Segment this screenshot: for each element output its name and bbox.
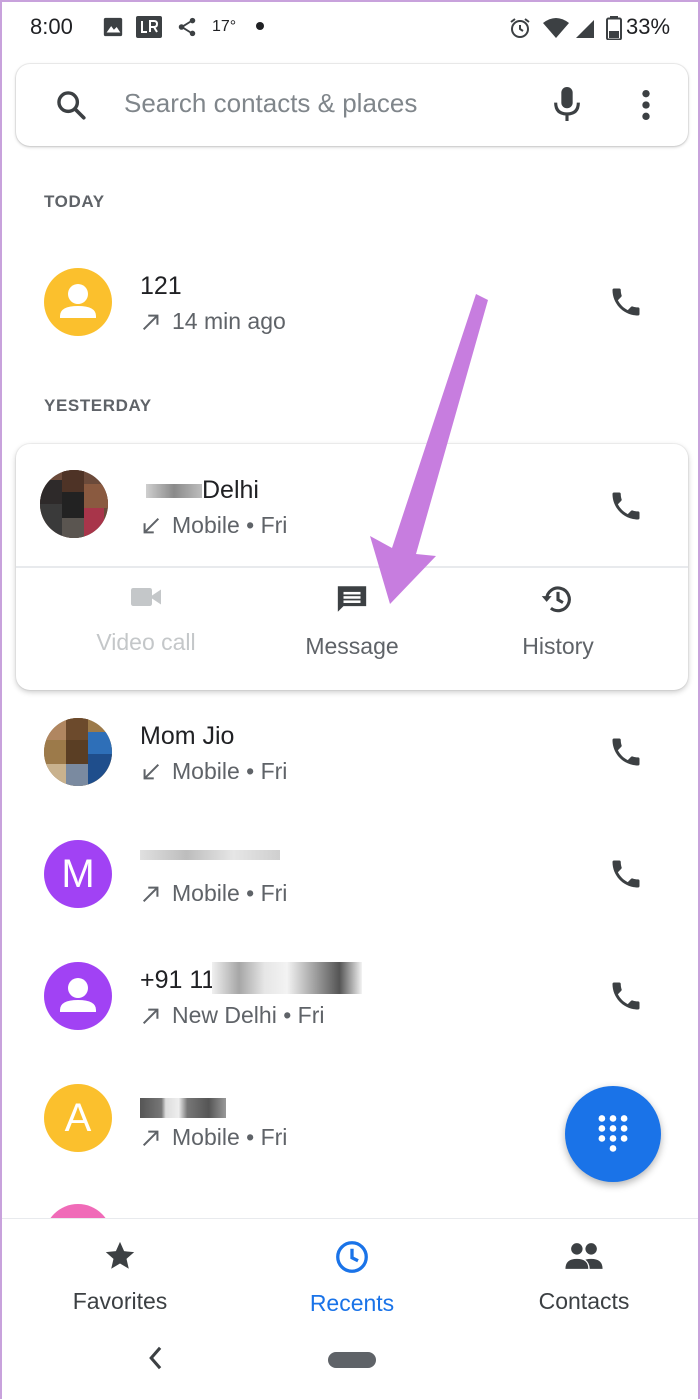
call-detail: Mobile • Fri — [140, 758, 287, 785]
call-time: 14 min ago — [172, 308, 286, 334]
section-header-yesterday: YESTERDAY — [44, 396, 152, 415]
avatar: M — [44, 840, 112, 908]
battery-icon — [606, 16, 622, 40]
message-button[interactable]: Message — [252, 582, 452, 660]
gallery-icon — [103, 17, 123, 37]
call-detail: New Delhi • Fri — [140, 1002, 324, 1029]
card-divider — [16, 566, 688, 568]
redacted-text — [140, 850, 280, 860]
section-header-today: TODAY — [44, 192, 105, 211]
wifi-icon — [543, 18, 569, 38]
redacted-text — [146, 484, 202, 498]
contact-photo — [40, 470, 108, 538]
avatar: A — [44, 1084, 112, 1152]
videocam-icon — [131, 588, 161, 606]
avatar-letter: M — [61, 851, 95, 896]
call-time: Mobile • Fri — [172, 512, 288, 538]
back-icon[interactable] — [146, 1344, 164, 1372]
call-row[interactable]: +91 11 New Delhi • Fri — [2, 946, 698, 1056]
bottom-navigation: Favorites Recents Contacts — [2, 1218, 698, 1318]
phone-icon — [612, 860, 640, 888]
dialpad-button[interactable] — [565, 1086, 661, 1182]
status-time: 8:00 — [30, 14, 73, 39]
history-button[interactable]: History — [458, 582, 658, 660]
outgoing-call-icon — [142, 1008, 159, 1024]
message-label: Message — [305, 633, 399, 659]
system-navigation — [2, 1318, 698, 1399]
call-detail: Mobile • Fri — [140, 512, 287, 539]
call-name: +91 11 — [140, 966, 216, 994]
avatar-letter: A — [64, 1095, 92, 1140]
home-pill[interactable] — [328, 1352, 376, 1368]
call-row[interactable]: 121 14 min ago — [2, 252, 698, 352]
star-icon — [105, 1241, 135, 1269]
person-icon — [60, 284, 96, 318]
call-time: New Delhi • Fri — [172, 1002, 325, 1028]
search-bar[interactable]: Search contacts & places — [16, 64, 688, 146]
outgoing-call-icon — [142, 314, 159, 330]
nav-recents-label: Recents — [309, 1290, 395, 1316]
redacted-text — [212, 962, 362, 994]
history-icon — [541, 586, 571, 613]
phone-icon — [612, 982, 640, 1010]
nav-recents[interactable]: Recents — [236, 1239, 468, 1317]
redacted-text — [140, 1098, 226, 1118]
signal-icon — [576, 20, 594, 38]
nav-contacts[interactable]: Contacts — [468, 1239, 700, 1315]
phone-icon — [612, 288, 640, 316]
call-name: 121 — [140, 272, 182, 300]
call-row[interactable]: Mom Jio Mobile • Fri — [2, 702, 698, 812]
search-icon[interactable] — [54, 88, 88, 122]
incoming-call-icon — [143, 763, 160, 779]
annotation-arrow — [370, 294, 488, 604]
outgoing-call-icon — [142, 1130, 159, 1146]
call-name: Mom Jio — [140, 722, 235, 750]
dialpad-icon — [598, 1115, 628, 1152]
video-call-label: Video call — [96, 629, 196, 655]
avatar — [40, 470, 108, 538]
call-detail: 14 min ago — [140, 308, 286, 335]
contact-photo — [44, 718, 112, 786]
avatar-partial — [44, 1204, 112, 1218]
incoming-call-icon — [143, 517, 160, 533]
video-call-button[interactable]: Video call — [46, 582, 246, 656]
call-time: Mobile • Fri — [172, 758, 288, 784]
expanded-call-card[interactable]: Delhi Mobile • Fri Video call Message Hi… — [16, 444, 688, 690]
call-button[interactable] — [602, 972, 650, 1020]
status-bar: 8:00 17° 33% — [2, 2, 698, 54]
search-input[interactable]: Search contacts & places — [124, 88, 417, 119]
history-label: History — [522, 633, 594, 659]
person-icon — [60, 978, 96, 1012]
notification-dot — [256, 22, 264, 30]
outgoing-call-icon — [142, 886, 159, 902]
avatar — [44, 962, 112, 1030]
call-button[interactable] — [602, 850, 650, 898]
call-detail: Mobile • Fri — [140, 1124, 287, 1151]
status-temperature: 17° — [212, 18, 237, 35]
share-icon — [178, 17, 196, 37]
call-detail: Mobile • Fri — [140, 880, 287, 907]
alarm-icon — [510, 18, 530, 38]
lr-icon — [136, 16, 162, 38]
avatar — [44, 268, 112, 336]
call-name: Delhi — [202, 476, 259, 504]
call-row[interactable]: M Mobile • Fri — [2, 824, 698, 934]
call-button[interactable] — [602, 482, 650, 530]
nav-favorites-label: Favorites — [72, 1288, 168, 1314]
call-button[interactable] — [602, 728, 650, 776]
more-vert-icon[interactable] — [636, 88, 656, 122]
nav-contacts-label: Contacts — [538, 1288, 630, 1314]
call-time: Mobile • Fri — [172, 1124, 288, 1150]
nav-favorites[interactable]: Favorites — [4, 1239, 236, 1315]
phone-icon — [612, 738, 640, 766]
battery-percent: 33% — [626, 14, 671, 39]
message-icon — [337, 586, 367, 612]
people-icon — [565, 1243, 603, 1269]
mic-icon[interactable] — [550, 84, 584, 124]
avatar — [44, 718, 112, 786]
phone-icon — [612, 492, 640, 520]
call-button[interactable] — [602, 278, 650, 326]
clock-icon — [336, 1241, 368, 1273]
call-time: Mobile • Fri — [172, 880, 288, 906]
